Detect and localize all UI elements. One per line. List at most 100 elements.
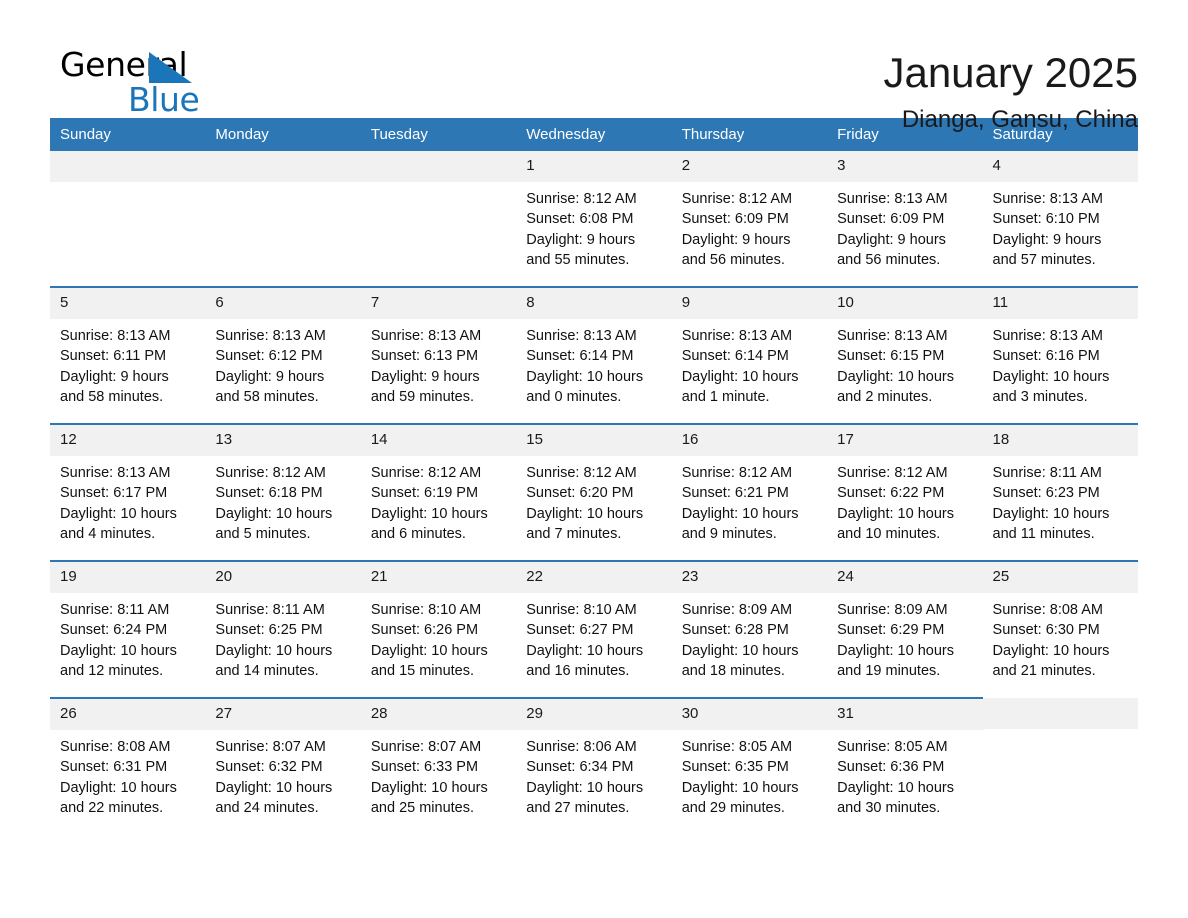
sunrise-text: Sunrise: 8:13 AM: [992, 191, 1103, 207]
daylight-text-line1: Daylight: 10 hours: [681, 505, 799, 522]
day-number: 17: [827, 425, 983, 456]
calendar-day-cell[interactable]: 5 Sunrise: 8:13 AM Sunset: 6:11 PM Daylight…: [50, 286, 206, 424]
daylight-text-line2: and 59 minutes.: [370, 388, 475, 405]
sunrise-text: Sunrise: 8:12 AM: [215, 465, 326, 481]
calendar-day-cell[interactable]: 31 Sunrise: 8:05 AM Sunset: 6:36 PM Dayligh…: [827, 697, 983, 834]
day-details: Sunrise: 8:11 AM Sunset: 6:24 PM Daylight:…: [50, 593, 205, 681]
daylight-text-line2: and 18 minutes.: [681, 662, 785, 679]
daylight-text-line1: Daylight: 9 hours: [992, 231, 1102, 248]
calendar-day-cell[interactable]: 15 Sunrise: 8:12 AM Sunset: 6:20 PM Dayligh…: [516, 423, 672, 561]
day-number: 29: [516, 699, 672, 730]
sunset-text: Sunset: 6:16 PM: [992, 348, 1100, 365]
calendar-week-row: 1 Sunrise: 8:12 AM Sunset: 6:08 PM Daylight…: [50, 151, 1138, 287]
day-number: 14: [360, 425, 517, 456]
day-number: 30: [671, 699, 828, 730]
calendar-day-cell[interactable]: 3 Sunrise: 8:13 AM Sunset: 6:09 PM Daylight…: [827, 151, 983, 287]
sunset-text: Sunset: 6:11 PM: [60, 348, 167, 365]
calendar-day-cell[interactable]: 14 Sunrise: 8:12 AM Sunset: 6:19 PM Dayligh…: [360, 423, 517, 561]
calendar-day-cell[interactable]: 11 Sunrise: 8:13 AM Sunset: 6:16 PM Dayligh…: [982, 286, 1138, 424]
sunrise-text: Sunrise: 8:10 AM: [526, 602, 637, 618]
calendar-day-cell[interactable]: 23 Sunrise: 8:09 AM Sunset: 6:28 PM Dayligh…: [671, 560, 828, 698]
day-number: [205, 151, 361, 182]
sunrise-text: Sunrise: 8:13 AM: [60, 465, 171, 481]
calendar-day-cell[interactable]: 6 Sunrise: 8:13 AM Sunset: 6:12 PM Daylight…: [205, 286, 361, 424]
daylight-text-line2: and 19 minutes.: [837, 662, 941, 679]
daylight-text-line2: and 7 minutes.: [526, 525, 622, 542]
daylight-text-line1: Daylight: 9 hours: [370, 368, 480, 385]
calendar-cell-empty: [982, 698, 1138, 834]
calendar-day-cell[interactable]: 29 Sunrise: 8:06 AM Sunset: 6:34 PM Dayligh…: [516, 697, 672, 834]
daylight-text-line1: Daylight: 9 hours: [215, 368, 325, 385]
calendar-day-cell[interactable]: 2 Sunrise: 8:12 AM Sunset: 6:09 PM Daylight…: [671, 151, 828, 287]
sunset-text: Sunset: 6:13 PM: [370, 348, 479, 365]
daylight-text-line2: and 1 minute.: [681, 388, 770, 405]
calendar-day-cell[interactable]: 10 Sunrise: 8:13 AM Sunset: 6:15 PM Dayligh…: [827, 286, 983, 424]
daylight-text-line2: and 29 minutes.: [681, 799, 785, 816]
day-details: Sunrise: 8:10 AM Sunset: 6:26 PM Daylight:…: [361, 593, 516, 681]
daylight-text-line2: and 10 minutes.: [837, 525, 941, 542]
calendar-day-cell[interactable]: 30 Sunrise: 8:05 AM Sunset: 6:35 PM Dayligh…: [671, 697, 828, 834]
calendar-day-cell[interactable]: 1 Sunrise: 8:12 AM Sunset: 6:08 PM Daylight…: [516, 151, 672, 287]
day-details: Sunrise: 8:13 AM Sunset: 6:14 PM Daylight:…: [516, 319, 671, 407]
sunrise-text: Sunrise: 8:12 AM: [681, 191, 793, 207]
calendar-cell-empty: [50, 151, 206, 287]
calendar-week-row: 5 Sunrise: 8:13 AM Sunset: 6:11 PM Daylight…: [50, 286, 1138, 424]
sunrise-text: Sunrise: 8:13 AM: [370, 328, 482, 344]
calendar-day-cell[interactable]: 4 Sunrise: 8:13 AM Sunset: 6:10 PM Daylight…: [982, 151, 1138, 287]
calendar-day-cell[interactable]: 8 Sunrise: 8:13 AM Sunset: 6:14 PM Daylight…: [516, 286, 672, 424]
day-details: Sunrise: 8:07 AM Sunset: 6:32 PM Daylight:…: [205, 730, 360, 818]
calendar-day-cell[interactable]: 20 Sunrise: 8:11 AM Sunset: 6:25 PM Dayligh…: [205, 560, 361, 698]
sunrise-text: Sunrise: 8:08 AM: [60, 739, 171, 755]
calendar-day-cell[interactable]: 16 Sunrise: 8:12 AM Sunset: 6:21 PM Dayligh…: [671, 423, 828, 561]
daylight-text-line2: and 4 minutes.: [60, 525, 156, 542]
daylight-text-line1: Daylight: 10 hours: [370, 642, 488, 659]
daylight-text-line2: and 30 minutes.: [837, 799, 941, 816]
day-number: 5: [50, 288, 206, 319]
sunrise-text: Sunrise: 8:13 AM: [992, 328, 1103, 344]
calendar-day-cell[interactable]: 7 Sunrise: 8:13 AM Sunset: 6:13 PM Daylight…: [360, 286, 517, 424]
calendar-day-cell[interactable]: 26 Sunrise: 8:08 AM Sunset: 6:31 PM Dayligh…: [50, 697, 206, 834]
calendar-day-cell[interactable]: 22 Sunrise: 8:10 AM Sunset: 6:27 PM Dayligh…: [516, 560, 672, 698]
sunrise-sunset-calendar: Sunday Monday Tuesday Wednesday Thursday…: [50, 118, 1138, 834]
sunset-text: Sunset: 6:14 PM: [526, 348, 634, 365]
calendar-day-cell[interactable]: 17 Sunrise: 8:12 AM Sunset: 6:22 PM Dayligh…: [827, 423, 983, 561]
calendar-day-cell[interactable]: 28 Sunrise: 8:07 AM Sunset: 6:33 PM Dayligh…: [360, 697, 517, 834]
page-title: January 2025: [883, 49, 1138, 96]
calendar-day-cell[interactable]: 13 Sunrise: 8:12 AM Sunset: 6:18 PM Dayligh…: [205, 423, 361, 561]
daylight-text-line2: and 11 minutes.: [992, 525, 1095, 542]
sunset-text: Sunset: 6:24 PM: [60, 622, 168, 639]
calendar-day-cell[interactable]: 27 Sunrise: 8:07 AM Sunset: 6:32 PM Dayligh…: [205, 697, 361, 834]
sunrise-text: Sunrise: 8:13 AM: [60, 328, 171, 344]
daylight-text-line2: and 14 minutes.: [215, 662, 319, 679]
sunset-text: Sunset: 6:20 PM: [526, 485, 634, 502]
daylight-text-line2: and 12 minutes.: [60, 662, 164, 679]
sunrise-text: Sunrise: 8:11 AM: [992, 465, 1102, 481]
sunrise-text: Sunrise: 8:12 AM: [681, 465, 793, 481]
sunrise-text: Sunrise: 8:12 AM: [837, 465, 948, 481]
day-details: Sunrise: 8:12 AM Sunset: 6:21 PM Daylight:…: [672, 456, 827, 544]
day-details: Sunrise: 8:12 AM Sunset: 6:18 PM Daylight:…: [205, 456, 360, 544]
calendar-day-cell[interactable]: 18 Sunrise: 8:11 AM Sunset: 6:23 PM Dayligh…: [982, 423, 1138, 561]
day-number: 12: [50, 425, 206, 456]
daylight-text-line2: and 0 minutes.: [526, 388, 622, 405]
daylight-text-line1: Daylight: 10 hours: [837, 642, 954, 659]
sunrise-text: Sunrise: 8:09 AM: [837, 602, 948, 618]
calendar-day-cell[interactable]: 12 Sunrise: 8:13 AM Sunset: 6:17 PM Dayligh…: [50, 423, 206, 561]
day-details: Sunrise: 8:12 AM Sunset: 6:08 PM Daylight:…: [516, 182, 671, 270]
daylight-text-line2: and 5 minutes.: [215, 525, 311, 542]
sunset-text: Sunset: 6:31 PM: [60, 759, 168, 776]
calendar-day-cell[interactable]: 25 Sunrise: 8:08 AM Sunset: 6:30 PM Dayligh…: [982, 560, 1138, 698]
calendar-day-cell[interactable]: 24 Sunrise: 8:09 AM Sunset: 6:29 PM Dayligh…: [827, 560, 983, 698]
daylight-text-line2: and 2 minutes.: [837, 388, 933, 405]
daylight-text-line2: and 56 minutes.: [681, 251, 785, 268]
calendar-day-cell[interactable]: 21 Sunrise: 8:10 AM Sunset: 6:26 PM Dayligh…: [360, 560, 517, 698]
calendar-day-cell[interactable]: 19 Sunrise: 8:11 AM Sunset: 6:24 PM Dayligh…: [50, 560, 206, 698]
sunset-text: Sunset: 6:28 PM: [681, 622, 789, 639]
calendar-day-cell[interactable]: 9 Sunrise: 8:13 AM Sunset: 6:14 PM Daylight…: [671, 286, 828, 424]
daylight-text-line1: Daylight: 10 hours: [837, 368, 954, 385]
sunrise-text: Sunrise: 8:07 AM: [215, 739, 326, 755]
sunset-text: Sunset: 6:22 PM: [837, 485, 945, 502]
daylight-text-line1: Daylight: 10 hours: [60, 642, 177, 659]
day-details: Sunrise: 8:12 AM Sunset: 6:20 PM Daylight:…: [516, 456, 671, 544]
daylight-text-line1: Daylight: 10 hours: [992, 368, 1110, 385]
